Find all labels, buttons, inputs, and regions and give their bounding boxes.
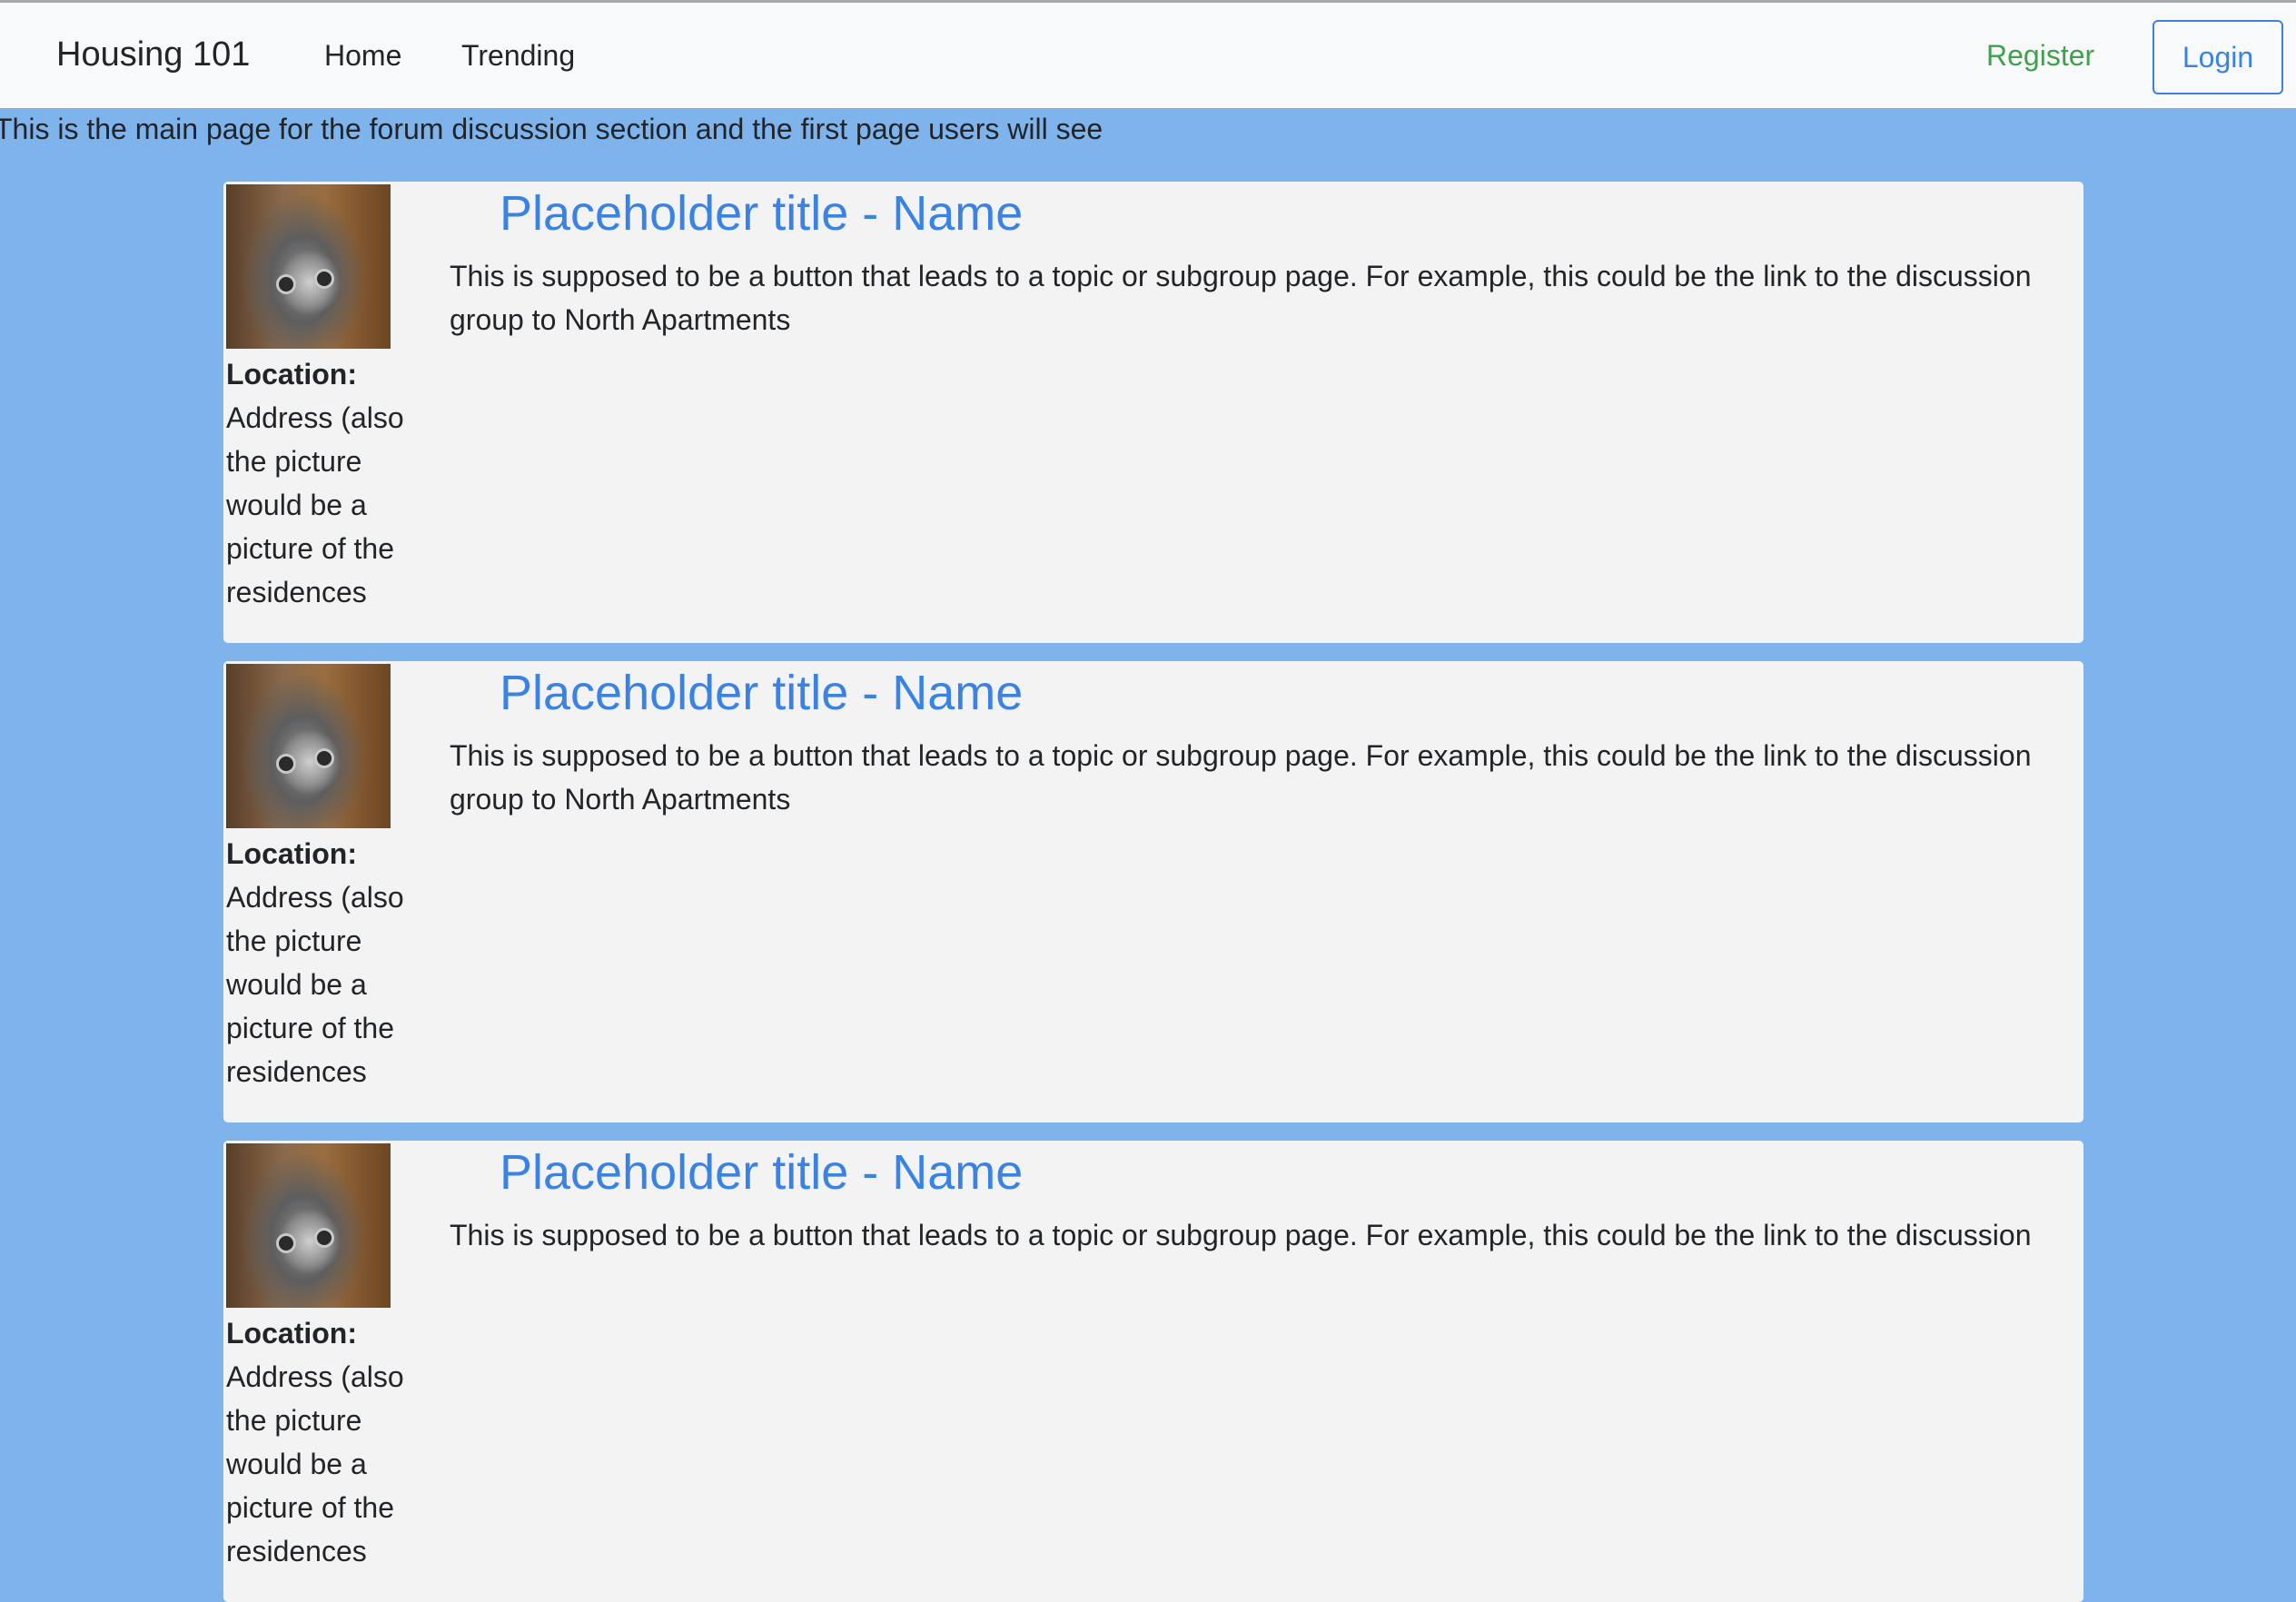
intro-text: This is the main page for the forum disc…: [0, 113, 1103, 145]
topic-title-link[interactable]: Placeholder title - Name: [500, 1144, 1023, 1201]
kitten-eye-left: [279, 1236, 293, 1251]
location-block: Location: Address (also the picture woul…: [226, 352, 417, 614]
topic-description: This is supposed to be a button that lea…: [450, 260, 2032, 336]
nav-link-home[interactable]: Home: [324, 39, 401, 73]
location-text: Address (also the picture would be a pic…: [226, 1360, 404, 1567]
residence-thumbnail: [226, 184, 391, 349]
kitten-eye-right: [317, 751, 332, 766]
kitten-eye-left: [279, 277, 293, 292]
topic-description: This is supposed to be a button that lea…: [450, 739, 2032, 816]
topic-title-link[interactable]: Placeholder title - Name: [500, 665, 1023, 721]
nav-link-trending[interactable]: Trending: [461, 39, 575, 73]
topic-title-link[interactable]: Placeholder title - Name: [500, 185, 1023, 242]
topic-card[interactable]: Location: Address (also the picture woul…: [223, 1141, 2083, 1602]
topic-description: This is supposed to be a button that lea…: [450, 1219, 2032, 1251]
residence-thumbnail: [226, 1143, 391, 1308]
brand-link[interactable]: Housing 101: [56, 35, 250, 74]
kitten-eye-right: [317, 272, 332, 286]
location-text: Address (also the picture would be a pic…: [226, 881, 404, 1088]
topic-card[interactable]: Location: Address (also the picture woul…: [223, 182, 2083, 643]
location-block: Location: Address (also the picture woul…: [226, 832, 417, 1093]
residence-thumbnail: [226, 664, 391, 828]
location-block: Location: Address (also the picture woul…: [226, 1311, 417, 1573]
register-link[interactable]: Register: [1986, 39, 2094, 73]
kitten-eye-left: [279, 756, 293, 771]
location-label: Location:: [226, 1317, 357, 1350]
kitten-eye-right: [317, 1231, 332, 1245]
location-text: Address (also the picture would be a pic…: [226, 401, 404, 608]
location-label: Location:: [226, 837, 357, 870]
topic-card[interactable]: Location: Address (also the picture woul…: [223, 661, 2083, 1122]
login-button[interactable]: Login: [2152, 20, 2283, 94]
navbar: Housing 101 Home Trending Register Login: [0, 3, 2296, 108]
location-label: Location:: [226, 358, 357, 391]
